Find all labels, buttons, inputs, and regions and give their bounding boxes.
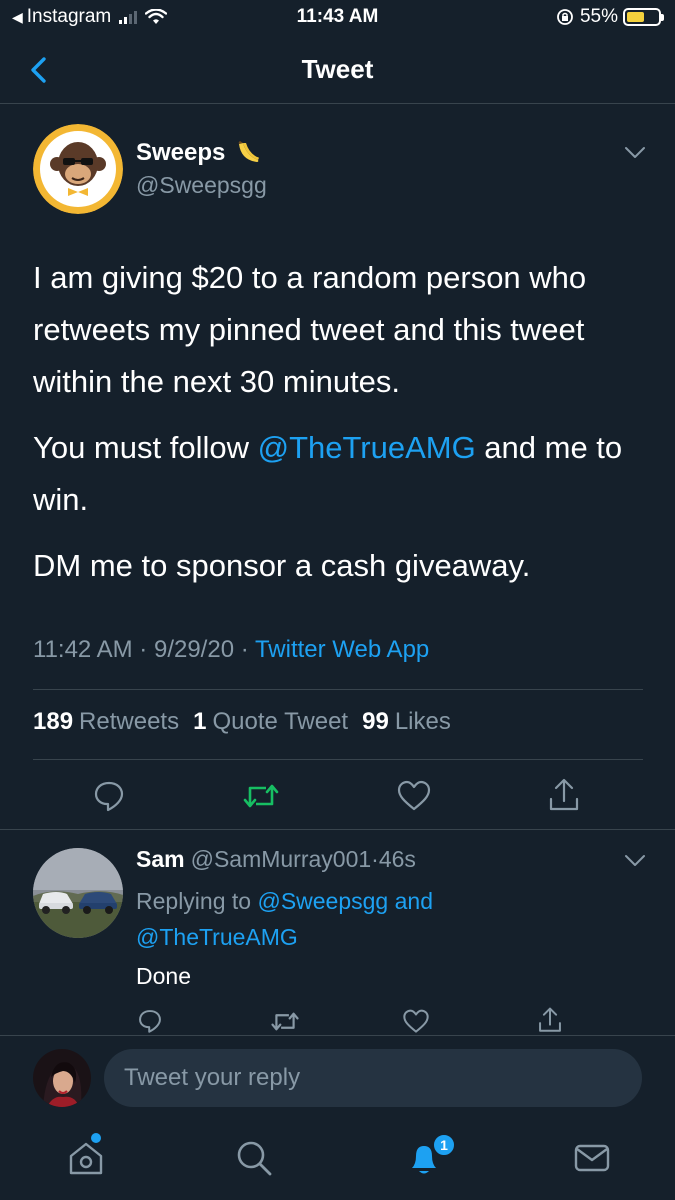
- like-icon[interactable]: [402, 1009, 430, 1034]
- battery-fill: [627, 12, 644, 22]
- quotes-label: Quote Tweet: [212, 708, 349, 735]
- likes-label: Likes: [394, 708, 451, 735]
- author-avatar[interactable]: [33, 124, 123, 214]
- divider: [33, 759, 643, 760]
- battery-icon: [623, 8, 664, 26]
- tweet-time: 11:42 AM: [33, 636, 133, 663]
- reply-input[interactable]: [104, 1049, 642, 1107]
- likes-stat[interactable]: 99 Likes: [362, 708, 451, 736]
- mention-link[interactable]: @TheTrueAMG: [258, 430, 476, 465]
- quotes-stat[interactable]: 1 Quote Tweet: [193, 708, 348, 736]
- cars-avatar-image: [33, 848, 123, 938]
- tweet-paragraph: DM me to sponsor a cash giveaway.: [33, 548, 531, 583]
- tweet-text-span: You must follow: [33, 430, 258, 465]
- retweet-icon[interactable]: [270, 1009, 300, 1034]
- retweets-count: 189: [33, 708, 74, 735]
- divider: [0, 1035, 675, 1036]
- quotes-count: 1: [193, 708, 207, 735]
- tweet-meta: 11:42 AM · 9/29/20 · Twitter Web App: [33, 636, 429, 664]
- like-icon[interactable]: [396, 780, 432, 812]
- mention-link[interactable]: @Sweepsgg: [257, 888, 388, 914]
- reply-icon[interactable]: [92, 779, 126, 813]
- reply-age: 46s: [378, 846, 416, 872]
- replying-and: and: [394, 888, 433, 914]
- meta-separator: ·: [139, 636, 148, 663]
- status-bar: ◀ Instagram 11:43 AM 55%: [0, 0, 675, 36]
- reply-author-name[interactable]: Sam: [136, 846, 185, 872]
- reply-icon[interactable]: [137, 1008, 163, 1034]
- meta-separator: ·: [371, 846, 379, 872]
- retweet-icon[interactable]: [242, 780, 280, 812]
- monkey-avatar-image: [33, 124, 123, 214]
- page-title: Tweet: [301, 54, 374, 84]
- search-icon[interactable]: [234, 1138, 274, 1178]
- rotation-lock-icon: [557, 9, 573, 25]
- home-icon[interactable]: [66, 1138, 106, 1178]
- share-icon[interactable]: [547, 777, 581, 813]
- messages-icon[interactable]: [572, 1138, 612, 1178]
- profile-avatar-image: [33, 1049, 91, 1107]
- mention-link[interactable]: @TheTrueAMG: [136, 924, 298, 950]
- tweet-paragraph: You must follow @TheTrueAMG and me to wi…: [33, 422, 643, 526]
- status-bar-right: 55%: [556, 6, 664, 28]
- replying-label: Replying to: [136, 888, 252, 914]
- divider: [0, 829, 675, 830]
- tweet-stats: 189 Retweets 1 Quote Tweet 99 Likes: [33, 708, 451, 736]
- tweet-paragraph: I am giving $20 to a random person who r…: [33, 260, 587, 399]
- retweets-label: Retweets: [79, 708, 180, 735]
- tweet-text: I am giving $20 to a random person who r…: [33, 252, 643, 606]
- meta-separator: ·: [240, 636, 249, 663]
- reply-header: Sam @SamMurray001·46s: [136, 846, 416, 873]
- author-name-row[interactable]: Sweeps: [136, 138, 263, 168]
- tweet-source-link[interactable]: Twitter Web App: [255, 636, 429, 663]
- notifications-badge: 1: [432, 1133, 456, 1157]
- user-avatar[interactable]: [33, 1049, 91, 1107]
- chevron-down-icon[interactable]: [624, 146, 646, 160]
- share-icon[interactable]: [537, 1006, 563, 1034]
- replying-to: Replying to @Sweepsgg and @TheTrueAMG: [136, 883, 616, 955]
- chevron-down-icon[interactable]: [624, 854, 646, 868]
- home-unread-dot: [91, 1133, 101, 1143]
- reply-author-handle: @SamMurray001: [190, 846, 372, 872]
- author-name[interactable]: Sweeps: [136, 139, 225, 167]
- reply-text: Done: [136, 963, 191, 989]
- divider: [33, 689, 643, 690]
- nav-bar: Tweet: [0, 36, 675, 104]
- banana-icon: [239, 141, 260, 162]
- author-handle: @Sweepsgg: [136, 172, 267, 198]
- battery-percent: 55%: [579, 6, 618, 27]
- likes-count: 99: [362, 708, 389, 735]
- tweet-date: 9/29/20: [153, 636, 235, 663]
- retweets-stat[interactable]: 189 Retweets: [33, 708, 179, 736]
- reply-avatar[interactable]: [33, 848, 123, 938]
